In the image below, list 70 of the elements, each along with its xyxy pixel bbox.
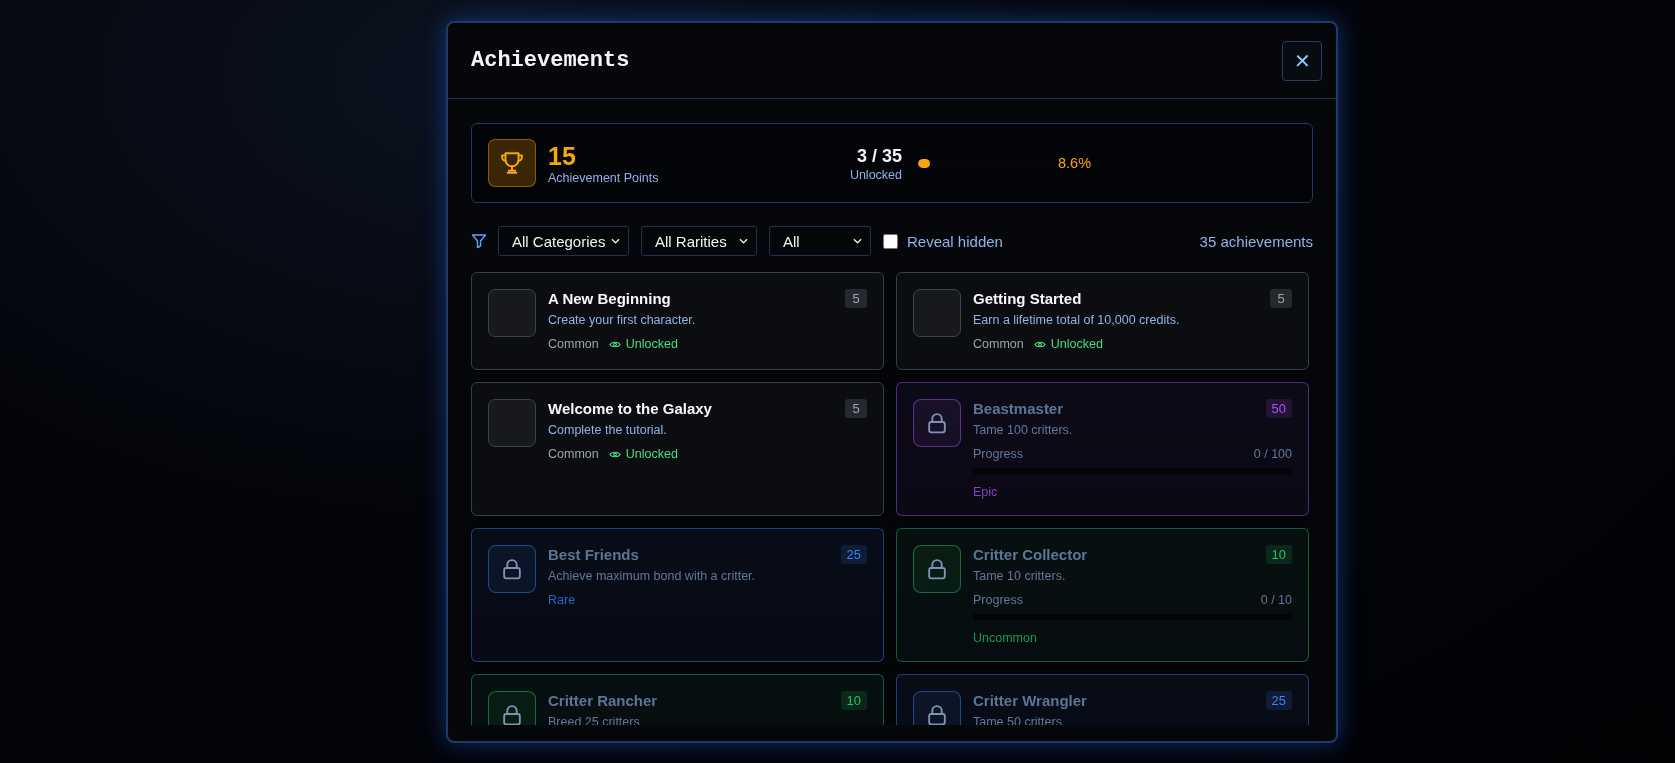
achievement-title: A New Beginning [548,290,671,307]
achievement-title: Welcome to the Galaxy [548,400,712,417]
achievement-title: Critter Collector [973,546,1088,563]
achievement-title: Best Friends [548,546,639,563]
eye-icon [1033,339,1046,349]
achievement-card[interactable]: Critter Collector 10 Tame 10 critters. Progress 0 / 10 Uncommon [896,528,1309,662]
unlocked-status: Unlocked [1050,337,1103,351]
dialog-title: Achievements [471,48,630,73]
progress-label: Progress [973,447,1024,461]
achievement-description: Complete the tutorial. [548,423,668,437]
achievement-icon-frame [488,399,536,447]
achievement-card[interactable]: Getting Started 5 Earn a lifetime total of 10,000 credits. Common Unlocked [896,272,1309,370]
unlocked-status: Unlocked [625,447,678,461]
chevron-down-icon [739,238,748,244]
points-badge: 25 [840,545,867,564]
rarity-label: Epic [973,485,998,499]
lock-icon [488,691,536,725]
rarity-label: Common [973,337,1024,351]
unlocked-label: Unlocked [849,168,902,182]
points-value: 15 [548,141,577,171]
achievement-card[interactable]: Welcome to the Galaxy 5 Complete the tutorial. Common Unlocked [471,382,884,516]
percent-text: 8.6% [1058,155,1092,171]
chevron-down-icon [611,238,620,244]
unlocked-count: 3 / 35 [856,145,902,168]
rarity-label: Rare [548,593,576,607]
points-label: Achievement Points [548,171,659,185]
achievement-icon-frame [488,289,536,337]
points-badge: 5 [1270,289,1292,308]
achievement-card[interactable]: A New Beginning 5 Create your first character. Common Unlocked [471,272,884,370]
lock-icon [913,691,961,725]
reveal-hidden-label[interactable]: Reveal hidden [907,232,1003,250]
achievement-title: Critter Wrangler [973,692,1087,709]
trophy-icon [488,139,536,187]
achievement-title: Critter Rancher [548,692,658,709]
chevron-down-icon [853,238,862,244]
achievement-count: 35 achievements [1199,232,1313,250]
achievement-card[interactable]: Best Friends 25 Achieve maximum bond with a critter. Rare [471,528,884,662]
points-badge: 5 [845,289,867,308]
lock-icon [488,545,536,593]
rarity-dropdown[interactable]: All Rarities [641,226,757,256]
achievement-card[interactable]: Beastmaster 50 Tame 100 critters. Progress 0 / 100 Epic [896,382,1309,516]
achievement-title: Getting Started [973,290,1082,307]
close-button[interactable]: ✕ [1282,40,1322,81]
rarity-label: Uncommon [973,631,1037,645]
achievement-description: Tame 10 critters. [973,569,1067,583]
category-dropdown[interactable]: All Categories [498,226,629,256]
achievement-description: Achieve maximum bond with a critter. [548,569,757,583]
points-badge: 10 [840,691,867,710]
progress-label: Progress [973,593,1024,607]
progress-value: 0 / 10 [1260,593,1292,607]
rarity-label: Common [548,447,599,461]
achievement-description: Tame 100 critters. [973,423,1074,437]
achievement-icon-frame [913,289,961,337]
filter-icon [471,233,487,249]
lock-icon [913,545,961,593]
achievement-description: Earn a lifetime total of 10,000 credits. [973,313,1181,327]
eye-icon [608,339,621,349]
reveal-hidden-checkbox[interactable] [883,233,898,249]
points-badge: 25 [1265,691,1292,710]
status-dropdown[interactable]: All [769,226,871,256]
achievement-title: Beastmaster [973,400,1064,417]
eye-icon [608,449,621,459]
unlocked-status: Unlocked [625,337,678,351]
achievement-description: Create your first character. [548,313,697,327]
lock-icon [913,399,961,447]
progress-value: 0 / 100 [1253,447,1292,461]
rarity-label: Common [548,337,599,351]
points-badge: 50 [1265,399,1292,418]
points-badge: 5 [845,399,867,418]
points-badge: 10 [1265,545,1292,564]
